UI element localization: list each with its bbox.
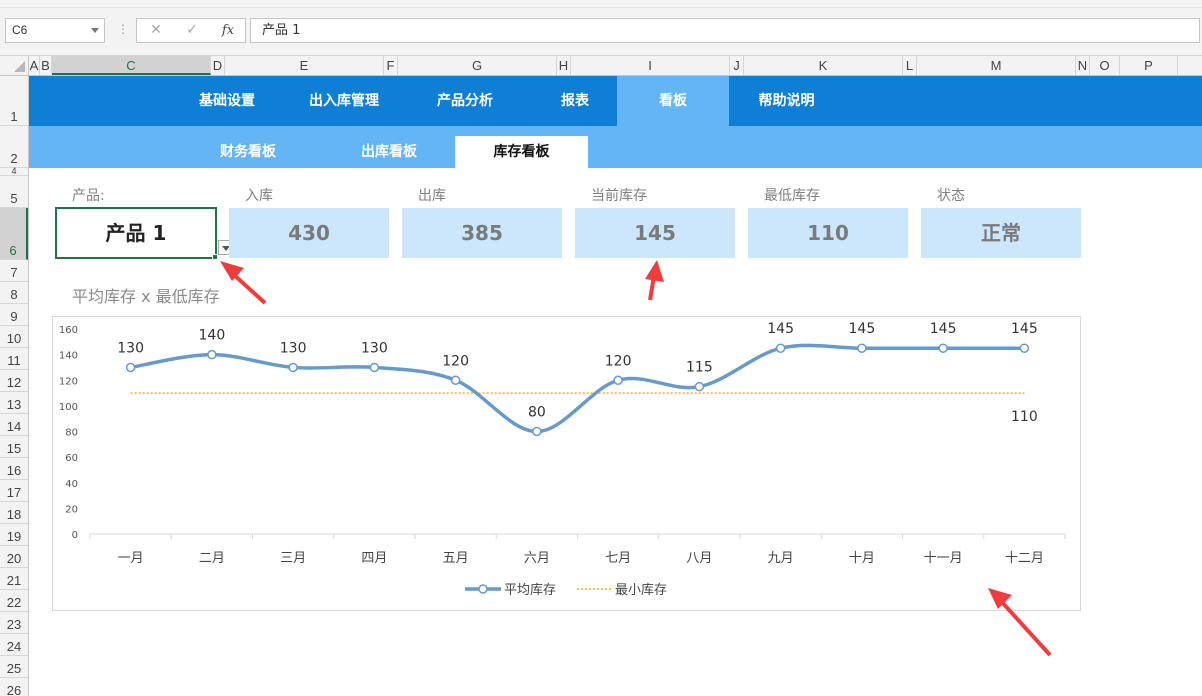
nav-item-4[interactable]: 看板 — [617, 76, 729, 126]
chart-area[interactable] — [52, 316, 1081, 611]
column-header-d[interactable]: D — [211, 56, 225, 75]
row-header-24[interactable]: 24 — [0, 634, 28, 656]
name-box[interactable]: C6 — [5, 18, 105, 43]
column-header-b[interactable]: B — [40, 56, 52, 75]
row-header-26[interactable]: 26 — [0, 678, 28, 696]
kpi-label-current: 当前库存 — [591, 188, 647, 204]
check-icon[interactable]: ✓ — [177, 20, 207, 41]
name-box-value: C6 — [12, 23, 28, 37]
column-header-a[interactable]: A — [29, 56, 40, 75]
row-header-18[interactable]: 18 — [0, 502, 28, 524]
row-header-20[interactable]: 20 — [0, 546, 28, 568]
row-header-5[interactable]: 5 — [0, 176, 28, 208]
row-header-16[interactable]: 16 — [0, 458, 28, 480]
nav-item-2[interactable]: 产品分析 — [409, 76, 521, 126]
column-header-k[interactable]: K — [744, 56, 903, 75]
row-header-11[interactable]: 11 — [0, 348, 28, 370]
column-header-l[interactable]: L — [903, 56, 917, 75]
row-header-25[interactable]: 25 — [0, 656, 28, 678]
row-header-21[interactable]: 21 — [0, 568, 28, 590]
kpi-value-in: 430 — [229, 208, 389, 258]
subnav-item-0[interactable]: 财务看板 — [189, 136, 307, 168]
column-headers: ABCDEFGHIJKLMNOP — [0, 56, 1202, 76]
ribbon-edge — [0, 0, 1202, 8]
column-header-p[interactable]: P — [1120, 56, 1178, 75]
nav-item-3[interactable]: 报表 — [519, 76, 631, 126]
kpi-label-status: 状态 — [937, 188, 965, 204]
column-header-o[interactable]: O — [1090, 56, 1120, 75]
row-headers: 1 2 4 5 6 7 8 9 10 11 12 13 14 15 16 17 18 19 20 21 22 23 24 25… — [0, 76, 29, 696]
kpi-label-min: 最低库存 — [764, 188, 820, 204]
subnav-item-2[interactable]: 库存看板 — [455, 136, 588, 168]
column-header-m[interactable]: M — [917, 56, 1076, 75]
product-label: 产品: — [72, 188, 105, 204]
column-header-g[interactable]: G — [398, 56, 557, 75]
row-header-10[interactable]: 10 — [0, 326, 28, 348]
kpi-value-out: 385 — [402, 208, 562, 258]
chart-title: 平均库存 x 最低库存 — [72, 287, 220, 306]
kpi-label-out: 出库 — [418, 188, 446, 204]
row-header-13[interactable]: 13 — [0, 392, 28, 414]
column-header-h[interactable]: H — [557, 56, 571, 75]
formula-buttons: ✕ ✓ fx — [136, 18, 246, 43]
formula-bar: C6 ⋮ ✕ ✓ fx 产品 1 — [0, 8, 1202, 56]
product-selector-cell[interactable]: 产品 1 — [55, 207, 217, 259]
more-icon[interactable]: ⋮ — [117, 22, 129, 36]
chevron-down-icon[interactable] — [91, 28, 99, 33]
kpi-value-current: 145 — [575, 208, 735, 258]
nav-item-5[interactable]: 帮助说明 — [729, 76, 844, 126]
kpi-value-min: 110 — [748, 208, 908, 258]
row-header-15[interactable]: 15 — [0, 436, 28, 458]
column-header-f[interactable]: F — [384, 56, 398, 75]
row-header-2[interactable]: 2 — [0, 126, 28, 168]
subnav-item-1[interactable]: 出库看板 — [324, 136, 454, 168]
kpi-label-in: 入库 — [245, 188, 273, 204]
column-header-e[interactable]: E — [225, 56, 384, 75]
row-header-9[interactable]: 9 — [0, 304, 28, 326]
row-header-23[interactable]: 23 — [0, 612, 28, 634]
annotation-arrow-current-stock — [645, 260, 664, 301]
nav-item-0[interactable]: 基础设置 — [171, 76, 283, 126]
row-header-1[interactable]: 1 — [0, 76, 28, 126]
cancel-icon[interactable]: ✕ — [141, 20, 171, 41]
row-header-14[interactable]: 14 — [0, 414, 28, 436]
row-header-12[interactable]: 12 — [0, 370, 28, 392]
column-header-n[interactable]: N — [1076, 56, 1090, 75]
annotation-arrow-dropdown — [220, 261, 267, 305]
column-header-c[interactable]: C — [52, 56, 211, 75]
insert-function-icon[interactable]: fx — [213, 20, 243, 41]
row-header-7[interactable]: 7 — [0, 260, 28, 282]
row-header-6[interactable]: 6 — [0, 208, 28, 260]
column-header-j[interactable]: J — [730, 56, 744, 75]
row-header-22[interactable]: 22 — [0, 590, 28, 612]
row-header-19[interactable]: 19 — [0, 524, 28, 546]
sub-nav: 财务看板 出库看板 库存看板 — [29, 126, 1202, 168]
row-header-4[interactable]: 4 — [0, 167, 28, 176]
row-header-8[interactable]: 8 — [0, 282, 28, 304]
kpi-value-status: 正常 — [921, 208, 1081, 258]
main-nav: 基础设置 出入库管理 产品分析 报表 看板 帮助说明 — [29, 76, 1202, 126]
row-header-17[interactable]: 17 — [0, 480, 28, 502]
select-all-icon — [14, 61, 25, 72]
select-all-button[interactable] — [0, 56, 29, 75]
nav-item-1[interactable]: 出入库管理 — [279, 76, 409, 126]
formula-input[interactable]: 产品 1 — [250, 18, 1200, 43]
column-header-i[interactable]: I — [571, 56, 730, 75]
